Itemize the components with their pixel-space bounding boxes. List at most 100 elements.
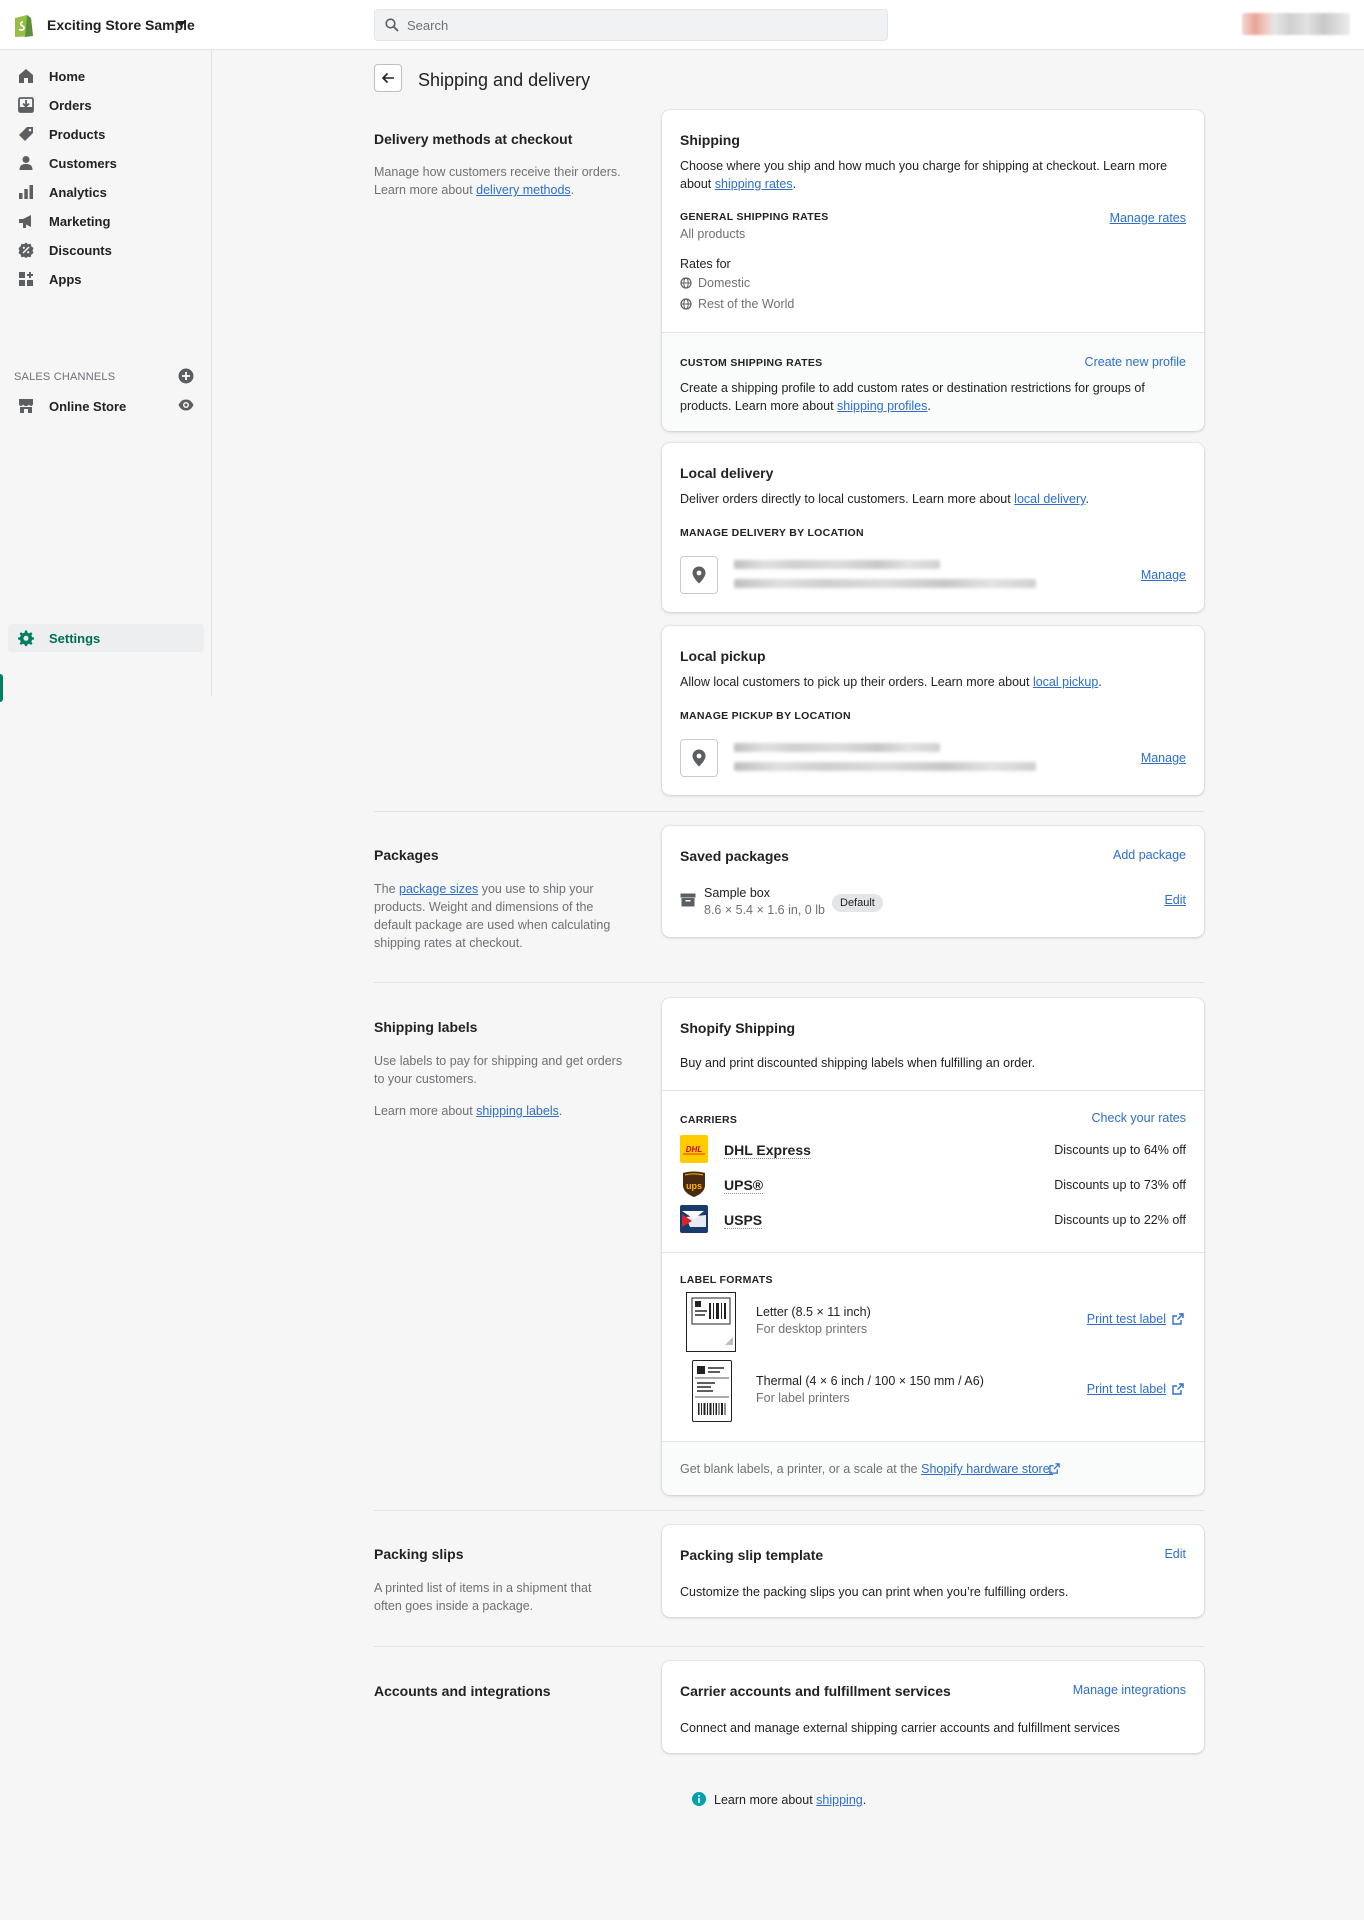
local-delivery-link[interactable]: local delivery — [1014, 492, 1085, 506]
sidebar-item-discounts[interactable]: Discounts — [8, 236, 204, 264]
thermal-label-thumbnail — [692, 1360, 732, 1422]
section-divider — [374, 982, 1204, 983]
sidebar-item-analytics[interactable]: Analytics — [8, 178, 204, 206]
box-icon — [680, 893, 696, 907]
hardware-store-footer: Get blank labels, a printer, or a scale … — [662, 1442, 1204, 1495]
search-icon — [385, 18, 399, 32]
dhl-logo-icon: DHL — [680, 1135, 708, 1163]
manage-rates-link[interactable]: Manage rates — [1110, 211, 1186, 225]
desc-suffix: . — [1098, 675, 1102, 689]
thermal-format-name: Thermal (4 × 6 inch / 100 × 150 mm / A6) — [756, 1374, 984, 1388]
create-profile-link[interactable]: Create new profile — [1085, 355, 1186, 369]
manage-integrations-link[interactable]: Manage integrations — [1073, 1683, 1186, 1697]
packing-slip-desc: Customize the packing slips you can prin… — [680, 1585, 1069, 1599]
redacted-location-name — [734, 743, 940, 752]
search-input[interactable] — [407, 10, 877, 40]
redacted-location-name — [734, 560, 940, 569]
carrier-discount-dhl: Discounts up to 64% off — [1054, 1143, 1186, 1157]
gear-icon — [18, 630, 34, 646]
section-divider — [374, 1646, 1204, 1647]
sidebar-item-apps[interactable]: Apps — [8, 265, 204, 293]
thermal-format-sub: For label printers — [756, 1391, 850, 1405]
package-dimensions: 8.6 × 5.4 × 1.6 in, 0 lb — [704, 903, 825, 917]
saved-packages-title: Saved packages — [680, 848, 789, 864]
local-pickup-link[interactable]: local pickup — [1033, 675, 1098, 689]
sidebar-item-customers[interactable]: Customers — [8, 149, 204, 177]
avatar[interactable] — [1242, 13, 1350, 35]
package-sizes-link[interactable]: package sizes — [399, 882, 478, 896]
local-pickup-desc: Allow local customers to pick up their o… — [680, 673, 1102, 691]
local-delivery-title: Local delivery — [680, 465, 774, 481]
sidebar-item-orders[interactable]: Orders — [8, 91, 204, 119]
shipping-labels-title: Shipping labels — [374, 1019, 478, 1035]
sidebar-item-products[interactable]: Products — [8, 120, 204, 148]
manage-pickup-link[interactable]: Manage — [1141, 751, 1186, 765]
sidebar-item-home[interactable]: Home — [8, 62, 204, 90]
edit-packing-slip-link[interactable]: Edit — [1164, 1547, 1186, 1561]
hardware-store-link[interactable]: Shopify hardware store. — [921, 1462, 1053, 1476]
globe-icon — [680, 277, 692, 289]
letter-format-sub: For desktop printers — [756, 1322, 868, 1336]
desc-text: Learn more about — [374, 1104, 477, 1118]
shipping-profiles-link[interactable]: shipping profiles — [837, 399, 927, 413]
shipping-rates-link[interactable]: shipping rates — [715, 177, 793, 191]
shipping-labels-desc: Use labels to pay for shipping and get o… — [374, 1054, 623, 1086]
shopify-logo-icon — [15, 15, 33, 37]
search-bar[interactable] — [374, 9, 888, 41]
top-bar: Exciting Store Sample — [0, 0, 1364, 50]
external-link-icon[interactable] — [1172, 1313, 1184, 1325]
sidebar-item-label: Settings — [49, 631, 101, 646]
sidebar-item-settings[interactable]: Settings — [8, 624, 204, 652]
discount-icon — [18, 242, 34, 258]
external-link-icon[interactable] — [1172, 1383, 1184, 1395]
packages-desc: The package sizes you use to ship your p… — [374, 880, 624, 952]
shipping-labels-link[interactable]: shipping labels — [476, 1104, 559, 1118]
back-button[interactable] — [374, 64, 402, 92]
sidebar-item-label: Marketing — [49, 214, 111, 229]
shipping-labels-learn-more: Learn more about shipping labels. — [374, 1102, 628, 1120]
sidebar-item-marketing[interactable]: Marketing — [8, 207, 204, 235]
check-rates-link[interactable]: Check your rates — [1092, 1111, 1186, 1125]
learn-more-shipping-link[interactable]: shipping — [816, 1793, 863, 1807]
person-icon — [19, 156, 33, 170]
map-pin-icon — [692, 749, 706, 767]
svg-text:ups: ups — [686, 1181, 702, 1191]
store-name[interactable]: Exciting Store Sample — [47, 17, 195, 33]
accounts-integrations-title: Accounts and integrations — [374, 1683, 551, 1699]
local-delivery-card: Local delivery Deliver orders directly t… — [662, 443, 1204, 612]
external-link-icon[interactable] — [1049, 1463, 1060, 1474]
map-pin-icon — [692, 566, 706, 584]
footer-text: Learn more about — [714, 1793, 817, 1807]
shopify-shipping-card: Shopify Shipping Buy and print discounte… — [662, 998, 1204, 1495]
sidebar-item-online-store[interactable]: Online Store — [8, 392, 204, 420]
manage-delivery-link[interactable]: Manage — [1141, 568, 1186, 582]
sidebar-item-label: Discounts — [49, 243, 112, 258]
add-package-link[interactable]: Add package — [1113, 848, 1186, 862]
footer-text: Get blank labels, a printer, or a scale … — [680, 1462, 922, 1476]
rates-for-label: Rates for — [680, 257, 731, 271]
sidebar-item-label: Products — [49, 127, 106, 142]
manage-delivery-heading: MANAGE DELIVERY BY LOCATION — [680, 527, 864, 539]
zone-rest-of-world: Rest of the World — [698, 297, 795, 311]
location-thumbnail — [680, 739, 718, 777]
print-test-label-letter-link[interactable]: Print test label — [1087, 1312, 1166, 1326]
carrier-name-dhl: DHL Express — [724, 1142, 811, 1159]
add-channel-icon[interactable] — [178, 368, 194, 384]
location-thumbnail — [680, 556, 718, 594]
card-divider — [662, 1090, 1204, 1091]
sidebar-item-label: Customers — [49, 156, 117, 171]
arrow-left-icon — [381, 72, 394, 84]
local-pickup-card: Local pickup Allow local customers to pi… — [662, 626, 1204, 795]
print-test-label-thermal-link[interactable]: Print test label — [1087, 1382, 1166, 1396]
desc-text: Allow local customers to pick up their o… — [680, 675, 1033, 689]
edit-package-link[interactable]: Edit — [1164, 893, 1186, 907]
caret-down-icon[interactable] — [176, 21, 186, 27]
eye-icon[interactable] — [178, 397, 194, 413]
home-icon — [19, 69, 33, 83]
card-divider — [662, 1252, 1204, 1253]
delivery-methods-link[interactable]: delivery methods — [476, 183, 571, 197]
delivery-methods-title: Delivery methods at checkout — [374, 131, 573, 147]
carrier-discount-ups: Discounts up to 73% off — [1054, 1178, 1186, 1192]
sidebar: Home Orders Products Customers Analytics… — [0, 50, 212, 702]
orders-icon — [18, 97, 34, 113]
